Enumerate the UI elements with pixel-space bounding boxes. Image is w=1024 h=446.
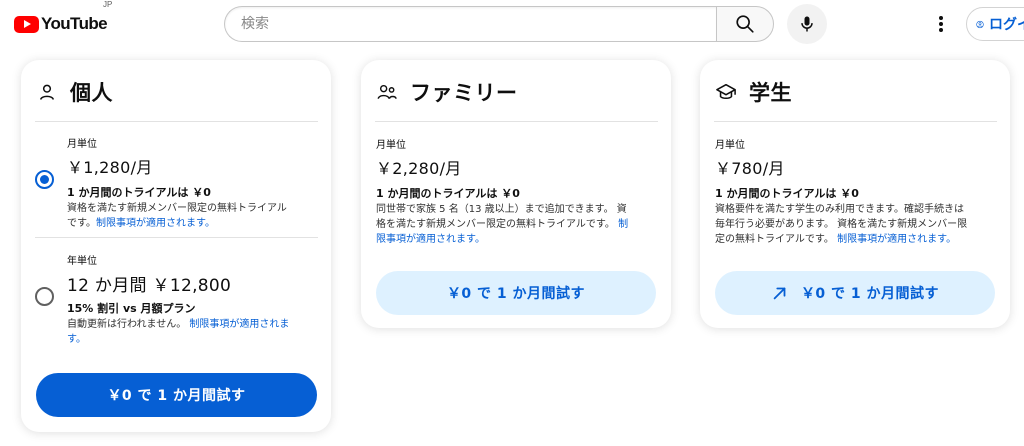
open-external-icon — [773, 287, 786, 300]
plan-period: 月単位 — [376, 140, 406, 151]
search-box — [224, 6, 717, 42]
desc-line: 同世帯で家族 5 名（13 歳以上）まで追加できます。 資 — [376, 204, 627, 215]
plan-title: ファミリー — [410, 81, 518, 105]
school-icon — [715, 81, 737, 103]
voice-search-button[interactable] — [787, 4, 827, 44]
plan-trial: 1 か月間のトライアルは ￥0 — [715, 187, 859, 200]
person-icon — [36, 81, 58, 103]
desc-line: 資格を満たす新規メンバー限定の無料トライアル — [67, 203, 287, 214]
restrictions-link[interactable]: 制限事項が適用されます。 — [837, 234, 956, 245]
plan-price: ￥780/月 — [715, 159, 785, 178]
plan-price: 12 か月間 ￥12,800 — [67, 276, 232, 296]
sign-in-label: ログイン — [989, 17, 1024, 33]
plan-title: 個人 — [70, 81, 113, 105]
youtube-play-icon — [14, 15, 39, 33]
plan-card-individual: 個人 月単位 ￥1,280/月 1 か月間のトライアルは ￥0 資格を満たす新規… — [21, 60, 331, 432]
restrictions-link[interactable]: 制 — [618, 219, 628, 230]
family-icon — [376, 81, 398, 103]
plan-description: 資格を満たす新規メンバー限定の無料トライアル です。制限事項が適用されます。 — [67, 201, 323, 231]
country-code: JP — [103, 0, 113, 9]
divider — [714, 121, 997, 122]
try-free-button[interactable]: ￥0 で 1 か月間試す — [715, 271, 995, 315]
plan-period: 月単位 — [715, 140, 745, 151]
plan-card-student: 学生 月単位 ￥780/月 1 か月間のトライアルは ￥0 資格要件を満たす学生… — [700, 60, 1010, 328]
plan-description: 自動更新は行われません。 制限事項が適用されま す。 — [67, 317, 323, 347]
sign-in-button[interactable]: ログイン — [966, 7, 1024, 41]
desc-line: 毎年行う必要があります。 資格を満たす新規メンバー限 — [715, 219, 968, 230]
radio-monthly[interactable] — [35, 170, 54, 189]
search-icon — [736, 15, 754, 33]
desc-line: 資格要件を満たす学生のみ利用できます。確認手続きは — [715, 204, 964, 215]
masthead: YouTube JP ログイン — [0, 0, 1024, 48]
desc-line: 格を満たす新規メンバー限定の無料トライアルです。 — [376, 219, 615, 230]
plan-description: 資格要件を満たす学生のみ利用できます。確認手続きは 毎年行う必要があります。 資… — [715, 202, 1000, 247]
plan-price: ￥2,280/月 — [376, 159, 462, 178]
plan-period: 月単位 — [67, 139, 97, 150]
try-free-button[interactable]: ￥0 で 1 か月間試す — [376, 271, 656, 315]
divider — [375, 121, 658, 122]
mic-icon — [801, 16, 813, 32]
plan-trial: 1 か月間のトライアルは ￥0 — [67, 186, 211, 199]
restrictions-link-cont[interactable]: 限事項が適用されます。 — [376, 234, 485, 245]
restrictions-link-cont[interactable]: す。 — [67, 334, 86, 345]
plan-option-monthly[interactable]: 月単位 ￥1,280/月 1 か月間のトライアルは ￥0 資格を満たす新規メンバ… — [21, 122, 331, 237]
desc-line: 定の無料トライアルです。 — [715, 234, 834, 245]
plan-title: 学生 — [749, 81, 792, 105]
more-vert-icon — [939, 16, 943, 32]
youtube-logo[interactable]: YouTube — [14, 11, 108, 37]
plan-card-family: ファミリー 月単位 ￥2,280/月 1 か月間のトライアルは ￥0 同世帯で家… — [361, 60, 671, 328]
plan-description: 同世帯で家族 5 名（13 歳以上）まで追加できます。 資 格を満たす新規メンバ… — [376, 202, 661, 247]
search-input[interactable] — [225, 7, 717, 41]
plan-option-yearly[interactable]: 年単位 12 か月間 ￥12,800 15% 割引 vs 月額プラン 自動更新は… — [21, 238, 331, 348]
plan-period: 年単位 — [67, 256, 97, 267]
restrictions-link[interactable]: 制限事項が適用されま — [189, 319, 289, 330]
settings-menu-button[interactable] — [926, 8, 956, 40]
try-free-label: ￥0 で 1 か月間試す — [800, 286, 940, 302]
account-circle-icon — [976, 20, 984, 28]
desc-line: です。 — [67, 218, 96, 229]
desc-line: 自動更新は行われません。 — [67, 319, 187, 330]
radio-yearly[interactable] — [35, 287, 54, 306]
logo-text: YouTube — [41, 14, 108, 33]
try-free-button[interactable]: ￥0 で 1 か月間試す — [36, 373, 317, 417]
search-button[interactable] — [716, 6, 774, 42]
plan-discount: 15% 割引 vs 月額プラン — [67, 302, 196, 315]
plan-trial: 1 か月間のトライアルは ￥0 — [376, 187, 520, 200]
restrictions-link[interactable]: 制限事項が適用されます。 — [96, 218, 215, 229]
plan-price: ￥1,280/月 — [67, 158, 153, 177]
